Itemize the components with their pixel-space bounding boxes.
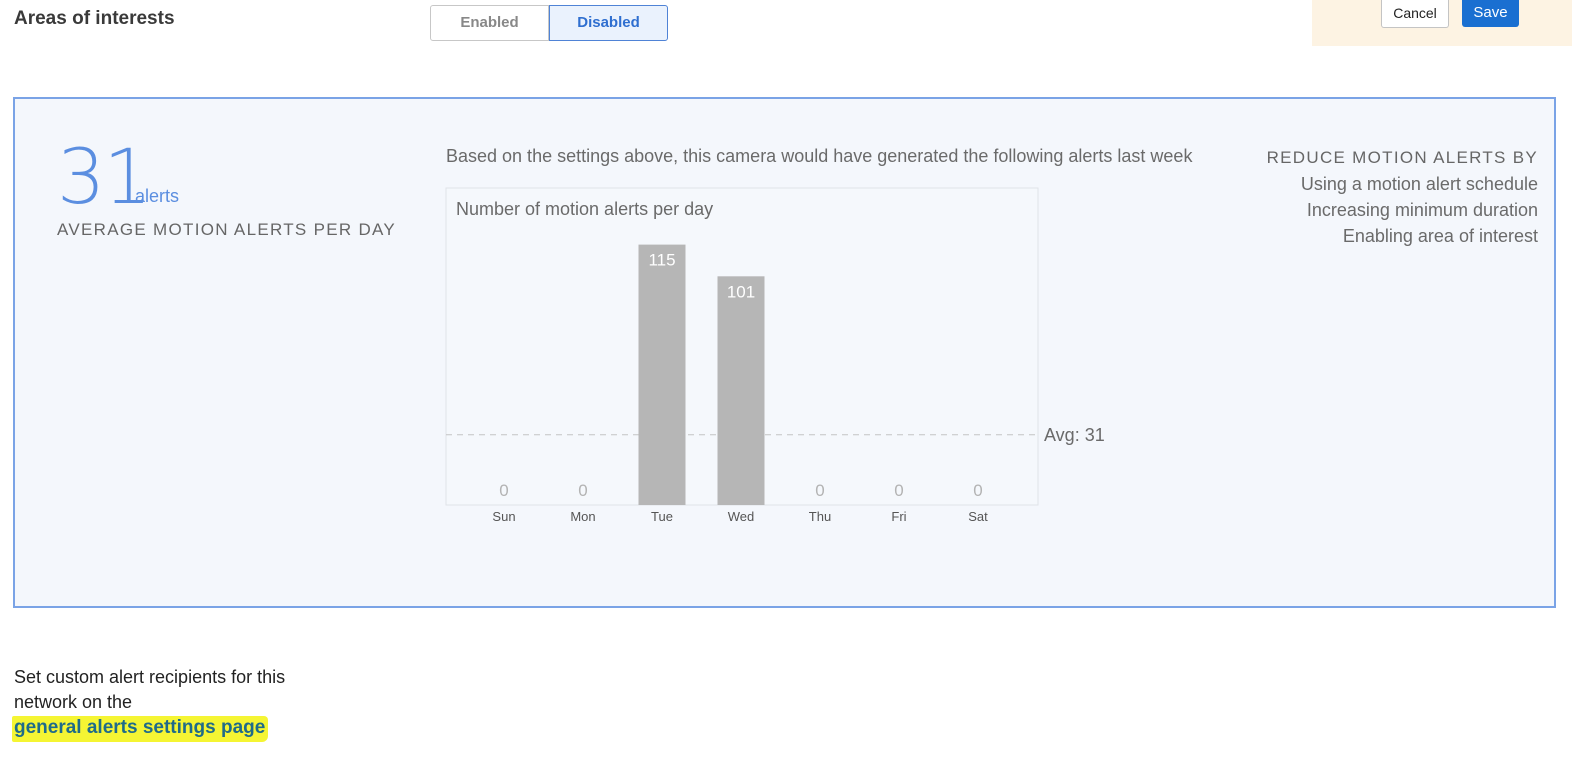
cancel-button[interactable]: Cancel [1381, 0, 1449, 28]
bar-value-label-mon: 0 [578, 481, 587, 500]
general-alerts-settings-link[interactable]: general alerts settings page [12, 716, 269, 742]
reduce-tip-duration: Increasing minimum duration [1306, 200, 1538, 220]
bar-value-label-thu: 0 [815, 481, 824, 500]
bar-value-label-fri: 0 [894, 481, 903, 500]
x-tick-label-fri: Fri [891, 509, 906, 524]
reduce-tip-area: Enabling area of interest [1342, 226, 1538, 246]
section-title: Areas of interests [14, 8, 175, 29]
bar-value-label-wed: 101 [727, 282, 755, 301]
x-tick-label-wed: Wed [728, 509, 755, 524]
x-tick-label-tue: Tue [651, 509, 673, 524]
aoi-toggle: Enabled Disabled [430, 5, 668, 41]
bar-value-label-sat: 0 [973, 481, 982, 500]
save-button[interactable]: Save [1462, 0, 1519, 27]
reduce-alerts-tips: REDUCE MOTION ALERTS BY Using a motion a… [1267, 145, 1538, 249]
bar-value-label-sun: 0 [499, 481, 508, 500]
toggle-disabled-button[interactable]: Disabled [549, 5, 668, 41]
average-label: Avg: 31 [1044, 425, 1105, 445]
x-tick-label-thu: Thu [809, 509, 831, 524]
bar-tue [638, 244, 686, 505]
toggle-enabled-button[interactable]: Enabled [430, 5, 549, 41]
x-tick-label-sat: Sat [968, 509, 988, 524]
bar-wed [717, 276, 765, 505]
reduce-heading: REDUCE MOTION ALERTS BY [1266, 148, 1538, 167]
x-tick-label-sun: Sun [492, 509, 515, 524]
footer-text: Set custom alert recipients for this net… [14, 667, 286, 712]
save-bar: Cancel Save [1312, 0, 1572, 46]
bar-value-label-tue: 115 [648, 251, 675, 270]
reduce-tip-schedule: Using a motion alert schedule [1300, 174, 1538, 194]
chart-title: Number of motion alerts per day [456, 199, 713, 219]
x-tick-label-mon: Mon [570, 509, 595, 524]
alerts-summary-panel: 31 alerts AVERAGE MOTION ALERTS PER DAY … [13, 97, 1556, 608]
